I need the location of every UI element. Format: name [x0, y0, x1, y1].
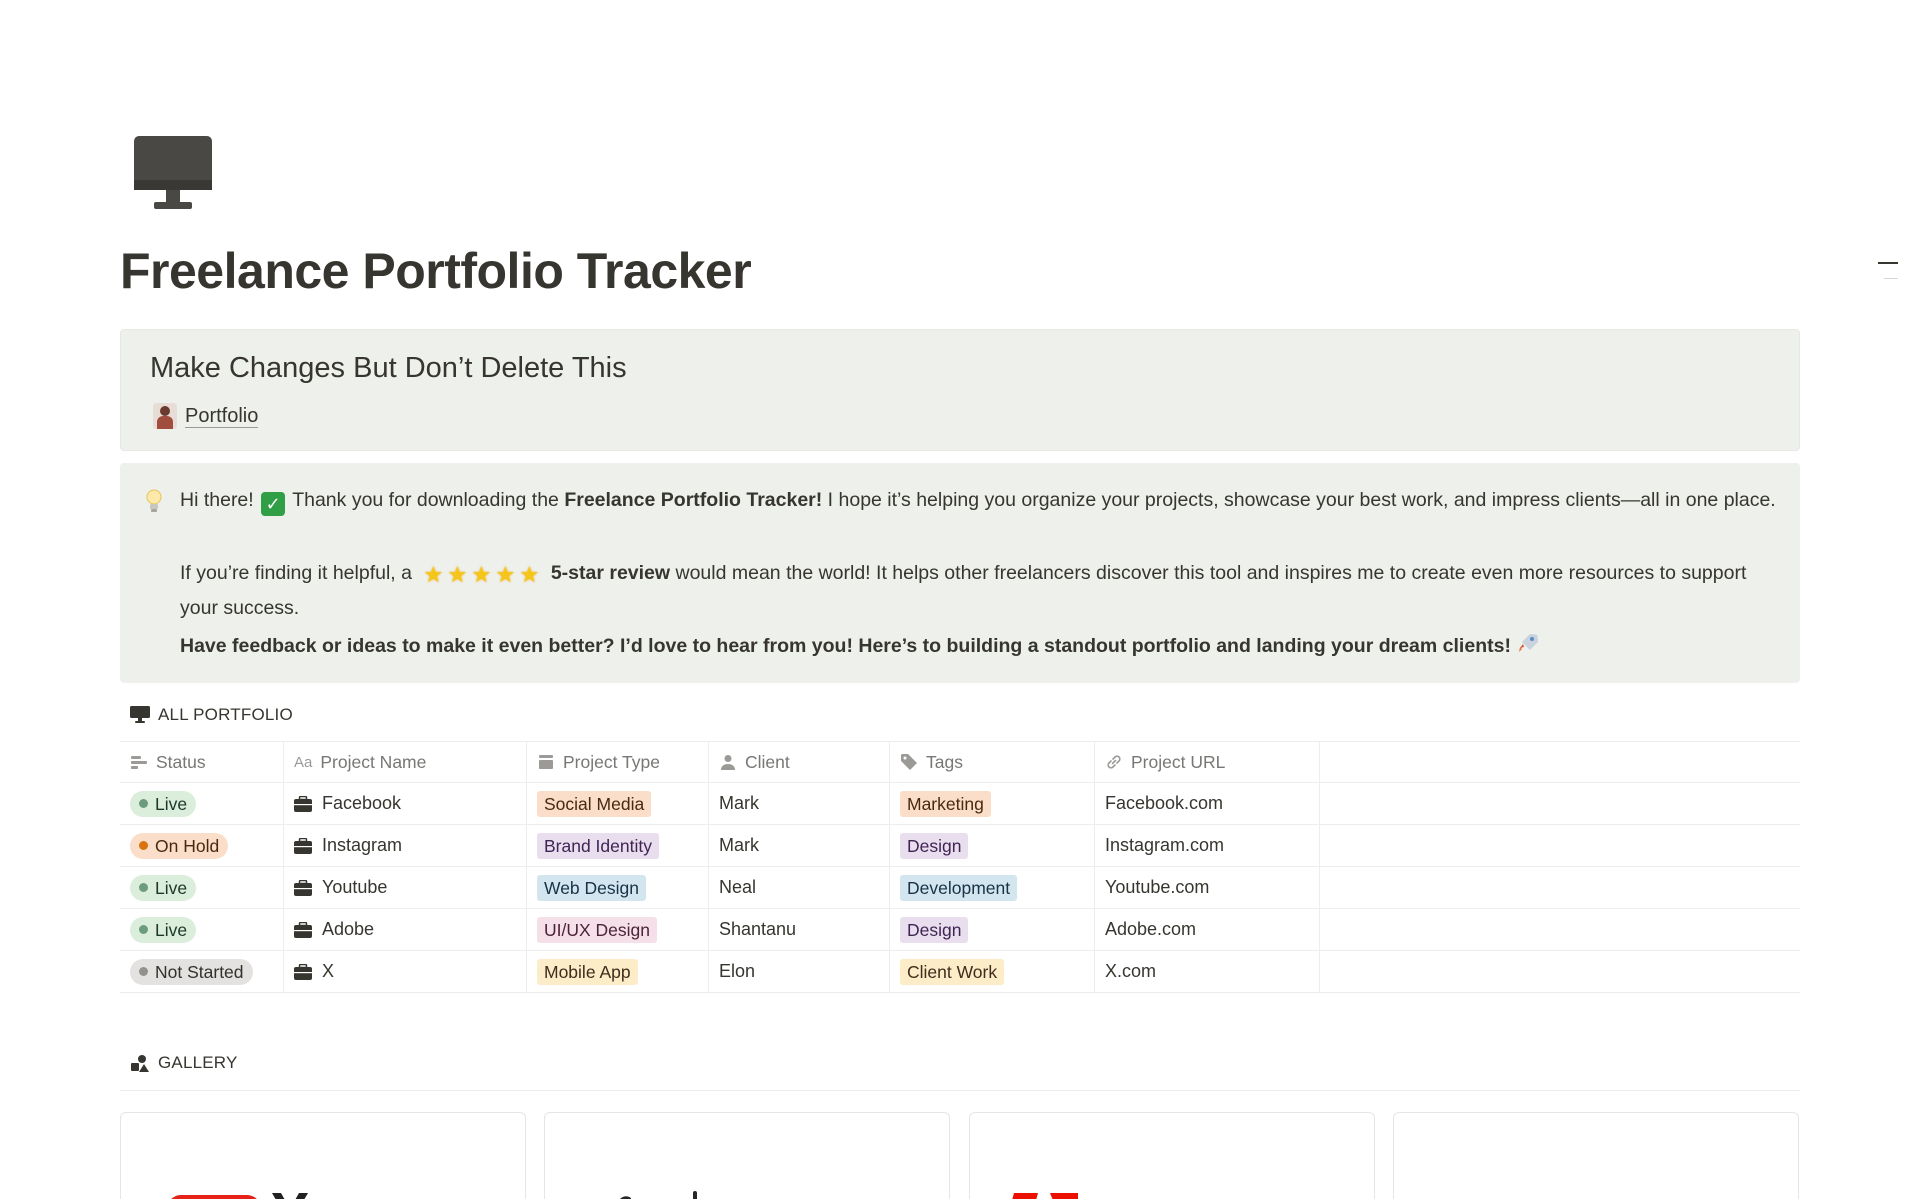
column-header-status[interactable]: Status [120, 742, 284, 782]
callout-thank-you: Hi there! ✓ Thank you for downloading th… [120, 463, 1800, 683]
callout-heading: Make Changes But Don’t Delete This [150, 352, 627, 384]
project-name-cell[interactable]: Instagram [284, 825, 527, 866]
portfolio-table: Status Aa Project Name Project Type Clie… [120, 741, 1800, 993]
column-header-client[interactable]: Client [709, 742, 890, 782]
portfolio-avatar-icon [153, 403, 177, 429]
gallery-card-instagram[interactable] [544, 1112, 950, 1199]
gallery-card-youtube[interactable] [120, 1112, 526, 1199]
project-type-tag: Web Design [537, 874, 647, 901]
product-name-bold: Freelance Portfolio Tracker! [564, 489, 823, 511]
status-badge[interactable]: Live [130, 790, 197, 817]
page-title: Freelance Portfolio Tracker [120, 243, 752, 299]
gallery-card-x[interactable] [1393, 1112, 1799, 1199]
tag-badge: Design [900, 832, 969, 859]
client-cell: Shantanu [709, 909, 890, 950]
five-star-review-bold: 5-star review [550, 562, 671, 584]
table-of-contents-indicator[interactable] [1878, 262, 1898, 293]
status-badge[interactable]: Live [130, 874, 197, 901]
project-name-cell[interactable]: X [284, 951, 527, 992]
project-type-tag: UI/UX Design [537, 916, 658, 943]
shapes-icon [131, 1055, 149, 1072]
tag-icon [901, 754, 917, 770]
status-badge[interactable]: Live [130, 916, 197, 943]
client-cell: Mark [709, 825, 890, 866]
adobe-logo-icon [1012, 1193, 1078, 1199]
table-header-row: Status Aa Project Name Project Type Clie… [120, 741, 1800, 783]
table-row[interactable]: Not Started X Mobile App Elon Client Wor… [120, 951, 1800, 993]
briefcase-icon [294, 795, 312, 812]
column-header-tags[interactable]: Tags [890, 742, 1095, 782]
project-name-cell[interactable]: Youtube [284, 867, 527, 908]
rocket-icon [1519, 634, 1539, 652]
portfolio-link-label[interactable]: Portfolio [185, 405, 259, 428]
project-url-link[interactable]: Instagram.com [1095, 825, 1320, 866]
desktop-computer-icon [134, 136, 212, 209]
gallery-card-adobe[interactable] [969, 1112, 1375, 1199]
table-row[interactable]: Live Facebook Social Media Mark Marketin… [120, 783, 1800, 825]
lightbulb-icon [146, 489, 162, 512]
project-type-tag: Mobile App [537, 958, 638, 985]
project-name-cell[interactable]: Adobe [284, 909, 527, 950]
tag-badge: Design [900, 916, 969, 943]
column-header-project-type[interactable]: Project Type [527, 742, 709, 782]
tag-badge: Client Work [900, 958, 1005, 985]
tag-badge: Marketing [900, 790, 991, 817]
feedback-paragraph: Have feedback or ideas to make it even b… [180, 630, 1780, 662]
select-property-icon [539, 755, 553, 769]
briefcase-icon [294, 921, 312, 938]
project-type-tag: Social Media [537, 790, 652, 817]
briefcase-icon [294, 963, 312, 980]
review-paragraph: If you’re finding it helpful, a ★ ★ ★ ★ ★ 5-… [180, 557, 1780, 624]
portfolio-section-title[interactable]: ALL PORTFOLIO [130, 705, 293, 725]
column-header-project-name[interactable]: Aa Project Name [284, 742, 527, 782]
client-cell: Mark [709, 783, 890, 824]
project-url-link[interactable]: Adobe.com [1095, 909, 1320, 950]
status-badge[interactable]: On Hold [130, 832, 229, 859]
link-icon [1107, 755, 1121, 769]
instagram-wordmark-icon [620, 1191, 697, 1199]
column-header-project-url[interactable]: Project URL [1095, 742, 1320, 782]
title-property-icon: Aa [294, 753, 313, 771]
client-cell: Elon [709, 951, 890, 992]
portfolio-page-link[interactable]: Portfolio [153, 403, 259, 429]
project-url-link[interactable]: Facebook.com [1095, 783, 1320, 824]
five-stars-icon: ★ ★ ★ ★ ★ [423, 562, 540, 587]
callout-make-changes: Make Changes But Don’t Delete This Portf… [120, 329, 1800, 451]
desktop-computer-icon [130, 706, 150, 723]
project-name-cell[interactable]: Facebook [284, 783, 527, 824]
status-property-icon [131, 756, 147, 769]
project-url-link[interactable]: Youtube.com [1095, 867, 1320, 908]
briefcase-icon [294, 879, 312, 896]
tag-badge: Development [900, 874, 1018, 901]
check-mark-icon: ✓ [261, 492, 286, 516]
column-header-empty [1320, 742, 1800, 782]
table-row[interactable]: Live Youtube Web Design Neal Development… [120, 867, 1800, 909]
person-icon [721, 755, 735, 770]
briefcase-icon [294, 837, 312, 854]
thank-you-paragraph: Hi there! ✓ Thank you for downloading th… [180, 489, 1776, 516]
project-url-link[interactable]: X.com [1095, 951, 1320, 992]
gallery-section-title[interactable]: GALLERY [130, 1053, 238, 1073]
table-row[interactable]: On Hold Instagram Brand Identity Mark De… [120, 825, 1800, 867]
youtube-logo-icon [171, 1193, 308, 1199]
client-cell: Neal [709, 867, 890, 908]
status-badge[interactable]: Not Started [130, 958, 253, 985]
table-row[interactable]: Live Adobe UI/UX Design Shantanu Design … [120, 909, 1800, 951]
project-type-tag: Brand Identity [537, 832, 659, 859]
gallery-divider [120, 1090, 1800, 1091]
